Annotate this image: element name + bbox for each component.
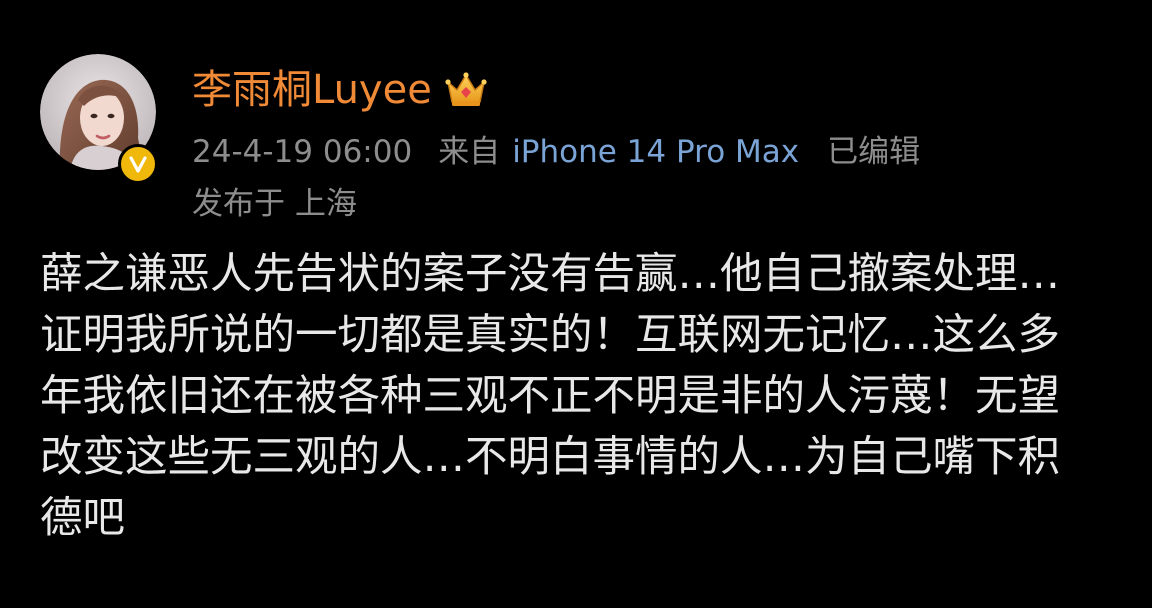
source-prefix: 来自: [438, 134, 501, 170]
content-line: 改变这些无三观的人…不明白事情的人…为自己嘴下积: [40, 433, 1061, 482]
crown-icon[interactable]: [444, 70, 488, 110]
username-link[interactable]: 李雨桐Luyee: [192, 64, 432, 116]
content-line: 德吧: [40, 494, 126, 543]
device-source-link[interactable]: iPhone 14 Pro Max: [512, 132, 799, 172]
weibo-post: 李雨桐Luyee 24-4-19 06:00 来自 iPhone 14 Pro …: [0, 0, 1152, 608]
post-meta: 24-4-19 06:00 来自 iPhone 14 Pro Max 已编辑: [192, 132, 920, 172]
post-location: 发布于 上海: [192, 186, 357, 222]
content-line: 证明我所说的一切都是真实的！互联网无记忆…这么多: [40, 311, 1061, 360]
verified-icon: [118, 144, 158, 184]
username-row: 李雨桐Luyee: [192, 64, 488, 116]
content-line: 年我依旧还在被各种三观不正不明是非的人污蔑！无望: [40, 372, 1061, 421]
avatar-container[interactable]: [40, 54, 158, 184]
post-timestamp: 24-4-19 06:00: [192, 134, 413, 170]
edited-label[interactable]: 已编辑: [827, 132, 920, 172]
content-line: 薛之谦恶人先告状的案子没有告赢…他自己撤案处理…: [40, 250, 1061, 299]
post-content: 薛之谦恶人先告状的案子没有告赢…他自己撤案处理… 证明我所说的一切都是真实的！互…: [40, 244, 1120, 549]
